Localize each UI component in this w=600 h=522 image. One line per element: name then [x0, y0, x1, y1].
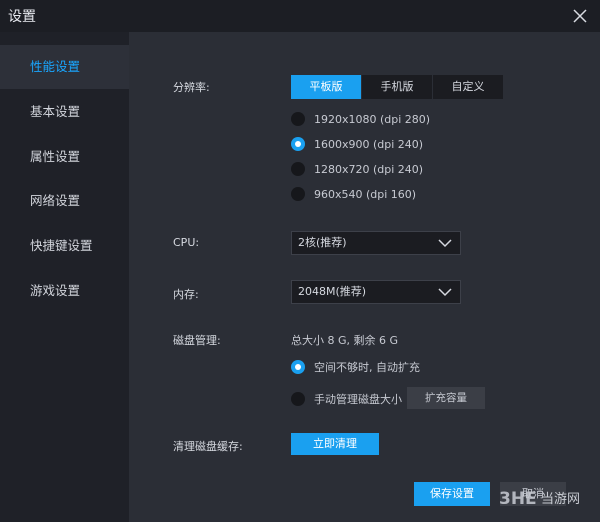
cpu-select[interactable]: 2核(推荐) — [291, 231, 461, 255]
close-icon — [573, 9, 587, 23]
memory-label: 内存: — [173, 288, 199, 301]
memory-select-value: 2048M(推荐) — [298, 285, 367, 298]
disk-option-auto[interactable]: 空间不够时, 自动扩充 — [291, 359, 420, 375]
radio-button[interactable] — [291, 137, 305, 151]
expand-capacity-button[interactable]: 扩充容量 — [407, 387, 485, 409]
radio-button[interactable] — [291, 112, 305, 126]
resolution-option-1600[interactable]: 1600x900 (dpi 240) — [291, 137, 423, 151]
radio-button[interactable] — [291, 187, 305, 201]
disk-label: 磁盘管理: — [173, 334, 221, 347]
sidebar-item-basic[interactable]: 基本设置 — [0, 90, 129, 134]
resolution-option-1920[interactable]: 1920x1080 (dpi 280) — [291, 112, 430, 126]
cancel-button[interactable]: 取消 — [500, 482, 566, 506]
save-button[interactable]: 保存设置 — [414, 482, 490, 506]
tab-custom[interactable]: 自定义 — [433, 75, 503, 99]
radio-button[interactable] — [291, 162, 305, 176]
radio-label: 1280x720 (dpi 240) — [314, 162, 424, 176]
resolution-label: 分辨率: — [173, 81, 210, 94]
chevron-down-icon — [438, 288, 452, 297]
sidebar-item-properties[interactable]: 属性设置 — [0, 135, 129, 179]
window-title: 设置 — [8, 9, 36, 25]
sidebar-item-shortcuts[interactable]: 快捷键设置 — [0, 224, 129, 268]
sidebar: 性能设置 基本设置 属性设置 网络设置 快捷键设置 游戏设置 — [0, 43, 129, 522]
sidebar-item-games[interactable]: 游戏设置 — [0, 269, 129, 313]
resolution-option-1280[interactable]: 1280x720 (dpi 240) — [291, 162, 423, 176]
resolution-mode-tabs: 平板版 手机版 自定义 — [291, 75, 503, 99]
title-bar: 设置 — [0, 0, 600, 32]
chevron-down-icon — [438, 239, 452, 248]
cache-label: 清理磁盘缓存: — [173, 440, 243, 453]
cpu-select-value: 2核(推荐) — [298, 236, 347, 249]
close-button[interactable] — [568, 4, 592, 28]
sidebar-item-performance[interactable]: 性能设置 — [0, 45, 129, 89]
radio-label: 手动管理磁盘大小 — [314, 393, 402, 406]
clear-cache-button[interactable]: 立即清理 — [291, 433, 379, 455]
settings-panel: 分辨率: 平板版 手机版 自定义 1920x1080 (dpi 280) 160… — [129, 32, 600, 522]
radio-button[interactable] — [291, 360, 305, 374]
disk-summary: 总大小 8 G, 剩余 6 G — [291, 334, 399, 347]
radio-label: 960x540 (dpi 160) — [314, 187, 417, 201]
tab-tablet[interactable]: 平板版 — [291, 75, 362, 99]
radio-label: 1920x1080 (dpi 280) — [314, 112, 431, 126]
sidebar-item-network[interactable]: 网络设置 — [0, 179, 129, 223]
resolution-option-960[interactable]: 960x540 (dpi 160) — [291, 187, 416, 201]
cpu-label: CPU: — [173, 236, 200, 249]
memory-select[interactable]: 2048M(推荐) — [291, 280, 461, 304]
tab-phone[interactable]: 手机版 — [362, 75, 433, 99]
radio-label: 1600x900 (dpi 240) — [314, 137, 424, 151]
disk-option-manual[interactable]: 手动管理磁盘大小 — [291, 391, 402, 407]
radio-button[interactable] — [291, 392, 305, 406]
radio-label: 空间不够时, 自动扩充 — [314, 361, 420, 374]
